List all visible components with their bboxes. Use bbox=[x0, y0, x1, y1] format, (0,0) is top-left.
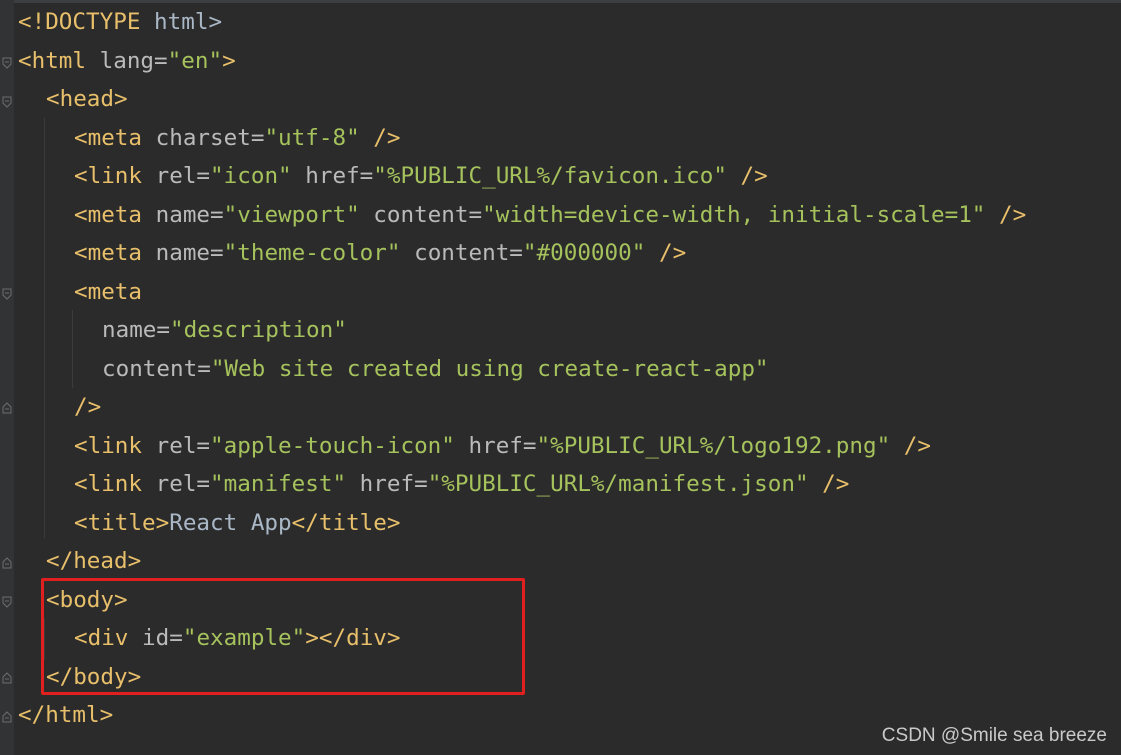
code-line-14: <title>React App</title> bbox=[74, 510, 401, 536]
code-line-10: content="Web site created using create-r… bbox=[102, 356, 769, 382]
code-line-13: <link rel="manifest" href="%PUBLIC_URL%/… bbox=[74, 471, 850, 497]
body-highlight-box bbox=[41, 578, 525, 695]
fold-end-marker-icon[interactable] bbox=[2, 672, 12, 684]
code-line-8: <meta bbox=[74, 279, 143, 305]
code-line-6: <meta name="viewport" content="width=dev… bbox=[74, 202, 1027, 228]
indent-guide bbox=[44, 118, 45, 538]
code-line-7: <meta name="theme-color" content="#00000… bbox=[74, 240, 687, 266]
fold-end-marker-icon[interactable] bbox=[2, 402, 12, 414]
watermark: CSDN @Smile sea breeze bbox=[881, 725, 1107, 746]
code-line-5: <link rel="icon" href="%PUBLIC_URL%/favi… bbox=[74, 163, 768, 189]
code-line-1: <!DOCTYPE html> bbox=[18, 9, 223, 35]
fold-end-marker-icon[interactable] bbox=[2, 711, 12, 723]
fold-marker-icon[interactable] bbox=[2, 288, 12, 300]
code-line-19: </html> bbox=[18, 702, 114, 728]
fold-marker-icon[interactable] bbox=[2, 57, 12, 69]
code-line-9: name="description" bbox=[102, 317, 347, 343]
code-line-12: <link rel="apple-touch-icon" href="%PUBL… bbox=[74, 433, 931, 459]
fold-marker-icon[interactable] bbox=[2, 96, 12, 108]
code-line-11: /> bbox=[74, 394, 102, 420]
code-line-15: </head> bbox=[46, 548, 142, 574]
fold-marker-icon[interactable] bbox=[2, 596, 12, 608]
code-line-2: <html lang="en"> bbox=[18, 48, 236, 74]
code-line-3: <head> bbox=[46, 86, 128, 112]
fold-end-marker-icon[interactable] bbox=[2, 557, 12, 569]
editor-gutter bbox=[0, 0, 14, 755]
indent-guide bbox=[72, 310, 73, 388]
code-line-4: <meta charset="utf-8" /> bbox=[74, 125, 401, 151]
